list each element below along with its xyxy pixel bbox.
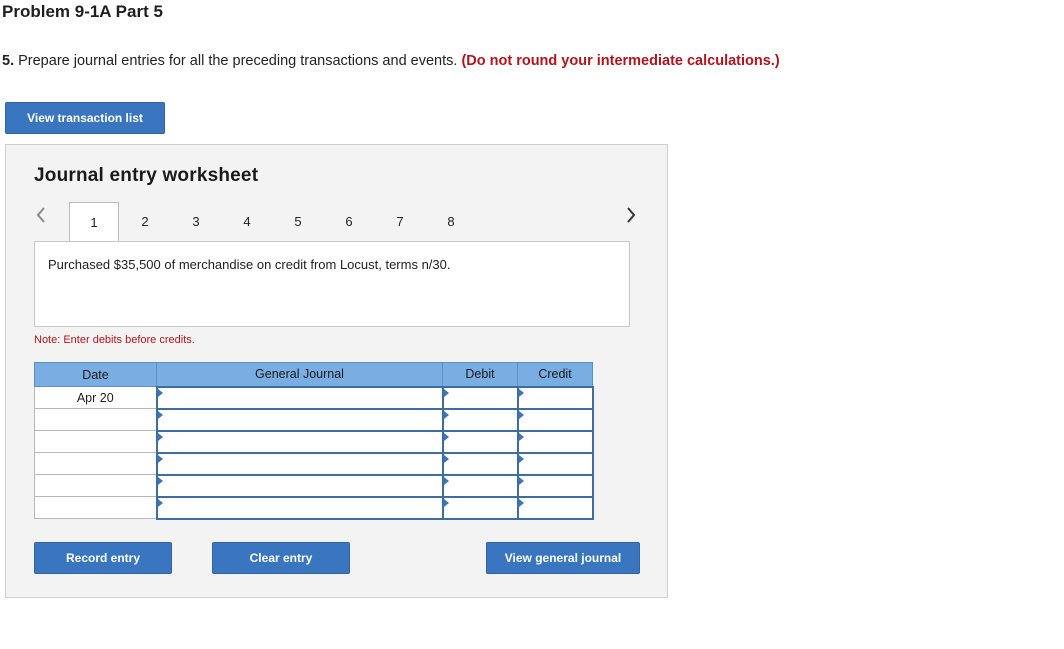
account-input[interactable] xyxy=(155,407,444,432)
journal-row xyxy=(34,473,594,498)
account-input[interactable] xyxy=(155,473,444,498)
instruction-number: 5. xyxy=(2,53,15,69)
view-transaction-list-button[interactable]: View transaction list xyxy=(5,102,165,134)
tab-6[interactable]: 6 xyxy=(324,202,374,240)
tab-2[interactable]: 2 xyxy=(120,202,170,240)
credit-input[interactable] xyxy=(516,429,594,454)
journal-row xyxy=(34,407,594,432)
debit-input[interactable] xyxy=(441,407,519,432)
account-input[interactable] xyxy=(155,429,444,454)
clear-entry-button[interactable]: Clear entry xyxy=(212,542,350,574)
credit-input[interactable] xyxy=(516,495,594,520)
account-input[interactable] xyxy=(155,385,444,410)
credit-input[interactable] xyxy=(516,385,594,410)
journal-row xyxy=(34,429,594,454)
instruction-body: Prepare journal entries for all the prec… xyxy=(14,53,462,69)
tab-4[interactable]: 4 xyxy=(222,202,272,240)
date-cell: Apr 20 xyxy=(34,386,157,409)
debit-input[interactable] xyxy=(441,495,519,520)
date-cell xyxy=(34,496,157,519)
credit-input[interactable] xyxy=(516,407,594,432)
debit-input[interactable] xyxy=(441,429,519,454)
instruction-text: 5. Prepare journal entries for all the p… xyxy=(2,53,780,69)
date-cell xyxy=(34,430,157,453)
account-input[interactable] xyxy=(155,451,444,476)
date-cell xyxy=(34,474,157,497)
worksheet-title: Journal entry worksheet xyxy=(34,165,259,186)
page-title: Problem 9-1A Part 5 xyxy=(2,2,163,21)
debit-input[interactable] xyxy=(441,473,519,498)
general-journal-header: General Journal xyxy=(156,362,443,387)
record-entry-button[interactable]: Record entry xyxy=(34,542,172,574)
date-header: Date xyxy=(34,362,157,387)
tab-3[interactable]: 3 xyxy=(171,202,221,240)
date-cell xyxy=(34,452,157,475)
debit-header: Debit xyxy=(442,362,518,387)
transaction-description: Purchased $35,500 of merchandise on cred… xyxy=(48,257,451,272)
transaction-description-box xyxy=(34,241,630,327)
date-cell xyxy=(34,408,157,431)
credit-header: Credit xyxy=(517,362,593,387)
journal-row xyxy=(34,451,594,476)
debit-credit-note: Note: Enter debits before credits. xyxy=(34,334,195,346)
journal-table: Date General Journal Debit Credit Apr 20 xyxy=(34,362,594,520)
chevron-left-icon[interactable] xyxy=(32,203,52,227)
view-general-journal-button[interactable]: View general journal xyxy=(486,542,640,574)
journal-row xyxy=(34,495,594,520)
tab-7[interactable]: 7 xyxy=(375,202,425,240)
credit-input[interactable] xyxy=(516,473,594,498)
tab-8[interactable]: 8 xyxy=(426,202,476,240)
tab-1[interactable]: 1 xyxy=(69,202,119,242)
credit-input[interactable] xyxy=(516,451,594,476)
debit-input[interactable] xyxy=(441,385,519,410)
instruction-note: (Do not round your intermediate calculat… xyxy=(461,53,780,69)
debit-input[interactable] xyxy=(441,451,519,476)
tab-5[interactable]: 5 xyxy=(273,202,323,240)
chevron-right-icon[interactable] xyxy=(620,203,640,227)
account-input[interactable] xyxy=(155,495,444,520)
journal-row: Apr 20 xyxy=(34,385,594,410)
